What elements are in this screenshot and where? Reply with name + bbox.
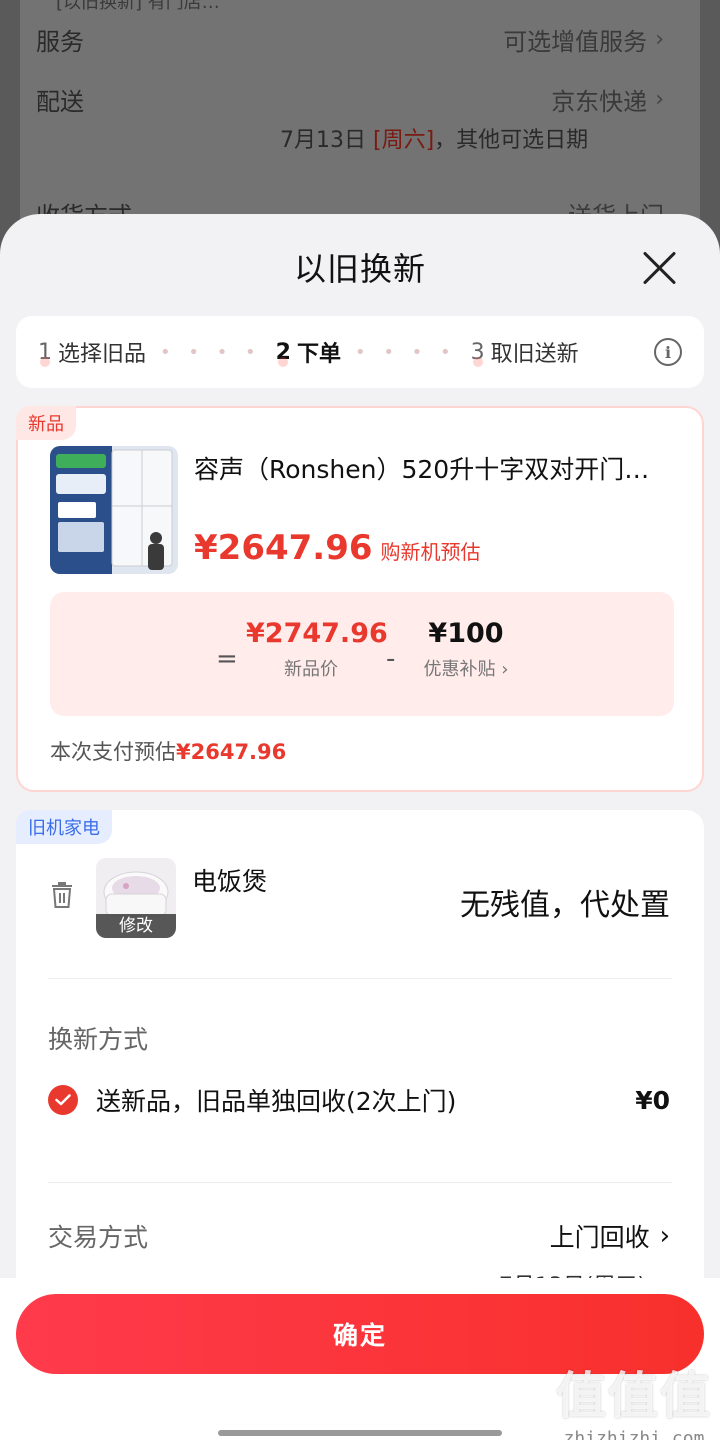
new-product-tag: 新品 bbox=[16, 406, 76, 440]
background-service-label: 服务 bbox=[36, 28, 84, 56]
exchange-option-price: ¥0 bbox=[635, 1085, 670, 1115]
step-number: 3 bbox=[470, 339, 485, 367]
equals-sign: = bbox=[216, 644, 238, 674]
step-label: 选择旧品 bbox=[58, 342, 147, 367]
refrigerator-product-image[interactable] bbox=[50, 446, 178, 574]
step-separator: • • • • bbox=[354, 341, 457, 363]
old-appliance-tag: 旧机家电 bbox=[16, 810, 112, 844]
estimated-price-note: 购新机预估 bbox=[380, 540, 481, 564]
divider bbox=[48, 978, 672, 979]
step-1: 1 选择旧品 bbox=[38, 336, 146, 368]
edit-old-item-button[interactable]: 修改 bbox=[96, 914, 176, 938]
exchange-option-row[interactable]: 送新品，旧品单独回收(2次上门) ¥0 bbox=[48, 1082, 670, 1118]
payment-estimate-amount: ¥2647.96 bbox=[176, 740, 287, 764]
step-number: 2 bbox=[275, 339, 291, 367]
exchange-option-label: 送新品，旧品单独回收(2次上门) bbox=[96, 1087, 457, 1116]
step-label: 取旧送新 bbox=[490, 342, 579, 367]
chevron-right-icon: › bbox=[655, 27, 664, 52]
estimated-price: ¥2647.96 bbox=[194, 528, 373, 568]
rice-cooker-image[interactable]: 修改 bbox=[96, 858, 176, 938]
old-appliance-name: 电饭煲 bbox=[192, 867, 268, 896]
subsidy-label[interactable]: 优惠补贴 › bbox=[406, 655, 526, 681]
new-price-value: ¥2747.96 bbox=[246, 618, 388, 649]
trade-in-sheet: 以旧换新 1 选择旧品 • • • • 2 下单 • • • • 3 取旧送新 … bbox=[0, 214, 720, 1440]
new-price-label: 新品价 bbox=[284, 659, 338, 680]
exchange-method-title: 换新方式 bbox=[48, 1025, 149, 1054]
trash-icon[interactable] bbox=[50, 882, 74, 908]
subsidy-column[interactable]: ¥100 优惠补贴 › bbox=[406, 618, 526, 681]
sheet-title: 以旧换新 bbox=[293, 250, 426, 288]
watermark-url: zhizhizhi.com bbox=[563, 1428, 705, 1440]
step-indicator: 1 选择旧品 • • • • 2 下单 • • • • 3 取旧送新 i bbox=[16, 316, 704, 388]
minus-sign: - bbox=[386, 644, 396, 674]
step-label: 下单 bbox=[296, 342, 341, 367]
payment-estimate-label: 本次支付预估 bbox=[50, 740, 176, 764]
background-delivery-row: 配送 京东快递 › bbox=[36, 82, 664, 117]
watermark-logo: 值值值 bbox=[556, 1367, 712, 1425]
check-icon[interactable] bbox=[48, 1085, 78, 1115]
background-service-row: 服务 可选增值服务 › bbox=[36, 22, 664, 57]
watermark: 值值值 zhizhizhi.com bbox=[556, 1356, 712, 1440]
close-icon[interactable] bbox=[640, 248, 680, 288]
background-delivery-date: 7月13日 [周六]，其他可选日期 bbox=[280, 128, 589, 153]
trade-method-value[interactable]: 上门回收 › bbox=[550, 1218, 670, 1254]
home-indicator bbox=[218, 1430, 502, 1436]
background-delivery-label: 配送 bbox=[36, 88, 84, 116]
new-product-card: 新品 容声（Ronshen）520升十字双对开门冰箱 ¥2647.96 购新机预… bbox=[16, 406, 704, 792]
divider bbox=[48, 1182, 672, 1183]
info-icon[interactable]: i bbox=[654, 338, 682, 366]
step-separator: • • • • bbox=[160, 341, 262, 363]
old-appliance-value: 无残值，代处置 bbox=[460, 888, 670, 923]
background-top-strip: [以旧换新] 有门店… bbox=[56, 0, 220, 13]
new-price-column: ¥2747.96 新品价 bbox=[246, 618, 388, 681]
price-breakdown: = ¥2747.96 新品价 - ¥100 优惠补贴 › bbox=[50, 592, 674, 716]
trade-method-label: 交易方式 bbox=[48, 1223, 149, 1252]
subsidy-value: ¥100 bbox=[428, 618, 504, 649]
step-2: 2 下单 bbox=[276, 336, 341, 368]
new-product-name[interactable]: 容声（Ronshen）520升十字双对开门冰箱 bbox=[194, 450, 654, 486]
trade-method-row[interactable]: 交易方式 上门回收 › bbox=[48, 1218, 670, 1254]
chevron-right-icon: › bbox=[659, 1221, 670, 1251]
background-service-value: 可选增值服务 › bbox=[503, 27, 664, 56]
background-delivery-value: 京东快递 › bbox=[551, 87, 664, 116]
step-number: 1 bbox=[38, 339, 52, 367]
new-product-price: ¥2647.96 购新机预估 bbox=[194, 528, 481, 568]
chevron-right-icon: › bbox=[655, 87, 664, 112]
step-3: 3 取旧送新 bbox=[471, 336, 579, 368]
payment-estimate: 本次支付预估¥2647.96 bbox=[50, 736, 286, 766]
